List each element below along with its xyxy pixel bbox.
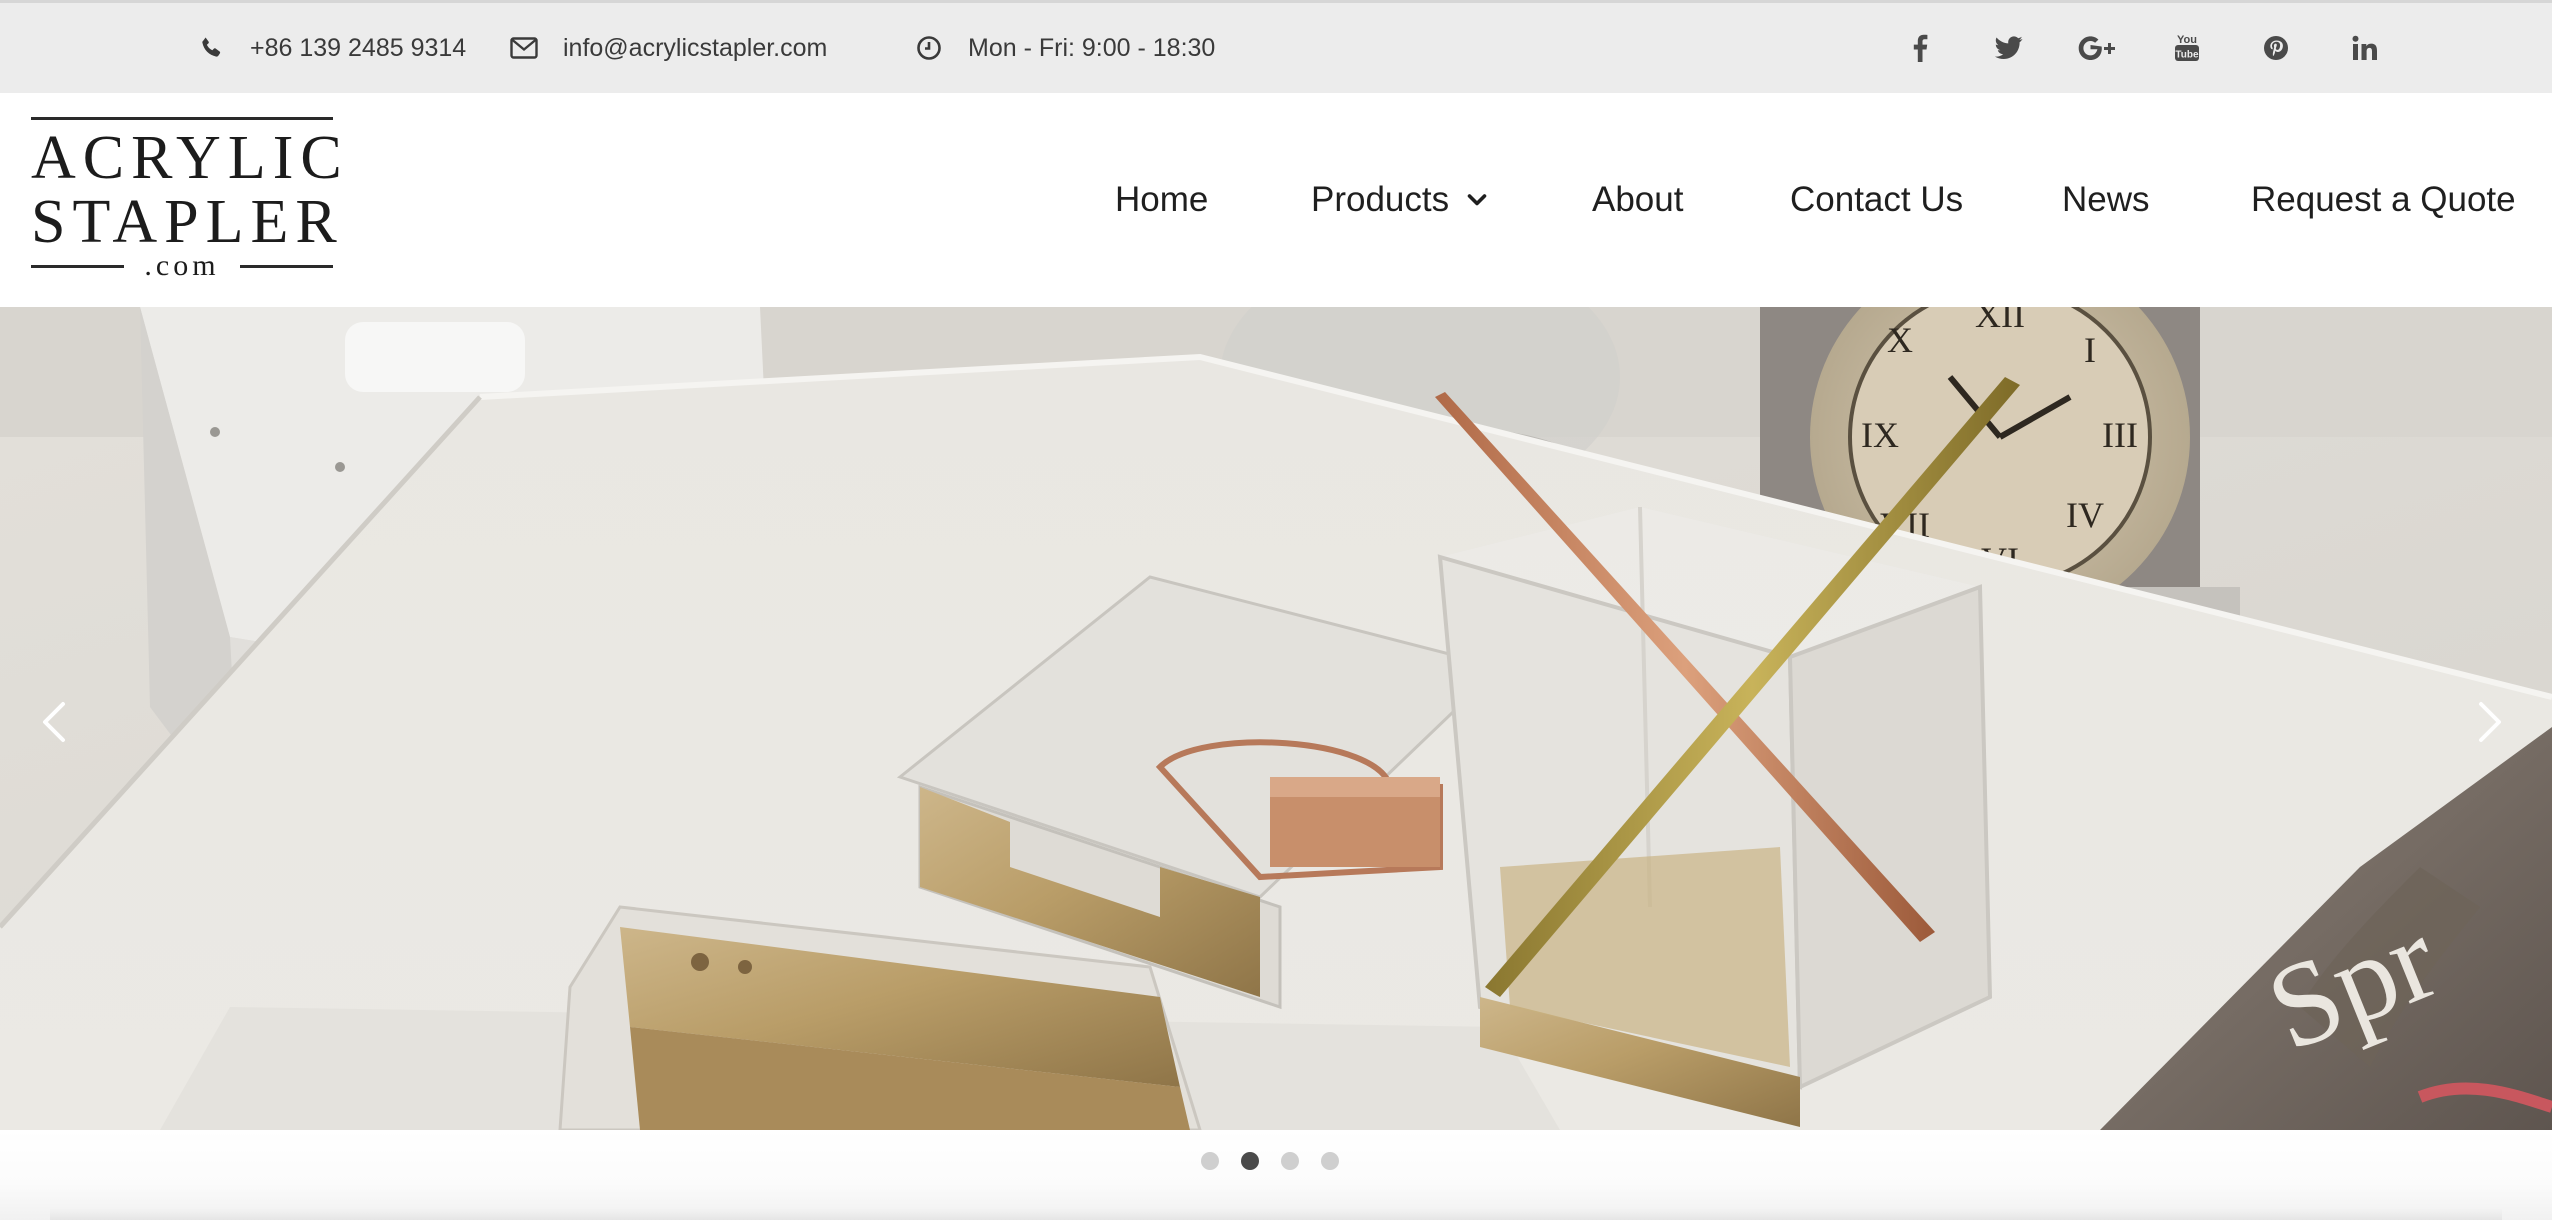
email-address: info@acrylicstapler.com	[563, 33, 828, 62]
top-contact-bar: +86 139 2485 9314 info@acrylicstapler.co…	[0, 0, 2552, 93]
nav-news[interactable]: News	[2062, 93, 2150, 307]
nav-home[interactable]: Home	[1115, 93, 1208, 307]
slider-dot-2[interactable]	[1241, 1152, 1259, 1170]
hours-text: Mon - Fri: 9:00 - 18:30	[968, 33, 1216, 62]
slider-dot-1[interactable]	[1201, 1152, 1219, 1170]
logo-line-3: .com	[144, 249, 220, 282]
hero-slide-image: XII I III IV VI VII IX X	[0, 307, 2552, 1130]
logo-line-2: STAPLER	[31, 188, 344, 256]
pinterest-icon[interactable]	[2256, 3, 2296, 93]
nav-about[interactable]: About	[1592, 93, 1683, 307]
chevron-right-icon	[2479, 702, 2501, 742]
twitter-icon[interactable]	[1989, 3, 2029, 93]
slider-pagination	[0, 1130, 2552, 1220]
svg-text:Tube: Tube	[2175, 50, 2199, 61]
nav-about-label: About	[1592, 180, 1684, 219]
nav-home-label: Home	[1115, 180, 1209, 219]
business-hours: Mon - Fri: 9:00 - 18:30	[914, 3, 1215, 93]
chevron-down-icon	[1467, 193, 1487, 207]
logo-rule	[31, 264, 124, 268]
slider-prev-button[interactable]	[24, 687, 84, 757]
linkedin-icon[interactable]	[2345, 3, 2385, 93]
hero-slider: XII I III IV VI VII IX X	[0, 307, 2552, 1130]
facebook-icon[interactable]	[1900, 3, 1940, 93]
site-header: ACRYLIC STAPLER .com Home Products About…	[0, 93, 2552, 307]
svg-text:III: III	[2102, 415, 2138, 455]
clock-icon	[914, 33, 944, 63]
phone-contact[interactable]: +86 139 2485 9314	[196, 3, 466, 93]
phone-number: +86 139 2485 9314	[250, 33, 467, 62]
google-plus-icon[interactable]	[2078, 3, 2118, 93]
svg-text:XII: XII	[1975, 307, 2025, 335]
svg-text:You: You	[2177, 34, 2197, 46]
svg-text:IX: IX	[1861, 415, 1899, 455]
nav-products[interactable]: Products	[1311, 93, 1487, 307]
nav-request-quote-label: Request a Quote	[2251, 180, 2516, 219]
slider-dots	[1201, 1152, 1339, 1170]
envelope-icon	[509, 33, 539, 63]
svg-text:I: I	[2084, 330, 2096, 370]
nav-contact-us-label: Contact Us	[1790, 180, 1964, 219]
youtube-icon[interactable]: You Tube	[2167, 3, 2207, 93]
slider-dot-3[interactable]	[1281, 1152, 1299, 1170]
logo-line-1: ACRYLIC	[31, 124, 349, 192]
slider-dot-4[interactable]	[1321, 1152, 1339, 1170]
nav-contact-us[interactable]: Contact Us	[1790, 93, 1963, 307]
nav-products-label: Products	[1311, 180, 1450, 219]
svg-text:X: X	[1887, 320, 1913, 360]
email-contact[interactable]: info@acrylicstapler.com	[509, 3, 827, 93]
chevron-left-icon	[43, 702, 65, 742]
nav-request-quote[interactable]: Request a Quote	[2251, 93, 2516, 307]
content-shadow	[50, 1208, 2502, 1220]
phone-icon	[196, 33, 226, 63]
svg-text:IV: IV	[2066, 495, 2104, 535]
slider-next-button[interactable]	[2460, 687, 2520, 757]
logo-rule	[31, 117, 333, 120]
nav-news-label: News	[2062, 180, 2150, 219]
logo-rule	[240, 264, 333, 268]
site-logo[interactable]: ACRYLIC STAPLER .com	[31, 117, 349, 282]
logo-domain-row: .com	[31, 249, 333, 282]
